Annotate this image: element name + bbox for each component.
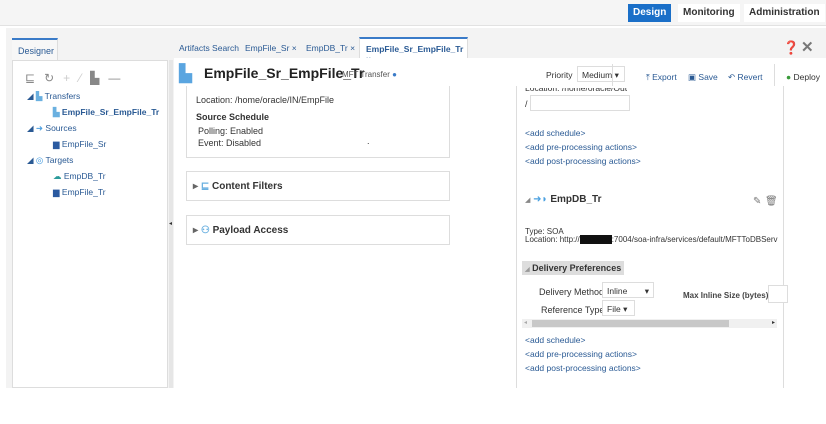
divider [774, 64, 775, 86]
delivery-method-select[interactable]: Inline ▾ [602, 282, 654, 298]
content-filters-section[interactable]: ▸ ⊑ Content Filters [186, 171, 450, 201]
close-icon[interactable]: × [292, 43, 297, 53]
target-location: Location: /home/oracle/Out [525, 88, 628, 93]
save-button[interactable]: ▣ Save [688, 72, 718, 83]
delivery-method-label: Delivery Method [539, 287, 605, 297]
max-inline-label: Max Inline Size (bytes) [683, 291, 769, 300]
designer-toolbar: ⊑↻+⁄▙— [25, 71, 129, 85]
priority-select[interactable]: Medium ▾ [577, 66, 625, 82]
target-icon: ➜◗ [533, 194, 548, 205]
event-status: Event: Disabled [198, 138, 262, 148]
export-button[interactable]: ⤒ Export [646, 72, 677, 83]
reference-type-select[interactable]: File ▾ [602, 300, 635, 316]
copy-icon[interactable]: ▙ [90, 71, 108, 85]
subtitle: MFT Transfer ● [342, 70, 397, 79]
add-pre-processing-link[interactable]: <add pre-processing actions> [525, 142, 637, 152]
add-schedule-link[interactable]: <add schedule> [525, 335, 586, 345]
add-pre-processing-link[interactable]: <add pre-processing actions> [525, 349, 637, 359]
close-editor-icon[interactable]: ✕ [801, 38, 814, 56]
tree-transfers[interactable]: ◢ ▙ Transfers [27, 91, 80, 102]
page-title: EmpFile_Sr_EmpFile_Tr [204, 65, 365, 81]
tree-item-target-db[interactable]: ☁ EmpDB_Tr [53, 171, 106, 182]
target-header[interactable]: ◢ ➜◗ EmpDB_Tr [525, 194, 602, 205]
max-inline-input[interactable] [768, 285, 788, 303]
divider [612, 64, 613, 86]
schedule-title: Source Schedule [196, 112, 270, 122]
edit-icon[interactable]: ⁄ [79, 71, 90, 85]
priority-label: Priority [546, 70, 573, 80]
scrollbar-thumb[interactable] [532, 320, 729, 327]
delivery-preferences-header[interactable]: ◢ Delivery Preferences [522, 261, 625, 275]
target-panel: Location: /home/oracle/Out / <add schedu… [516, 86, 788, 388]
cloud-icon: ☁ [53, 171, 62, 181]
add-post-processing-link[interactable]: <add post-processing actions> [525, 363, 641, 373]
dot: . [367, 136, 370, 146]
deploy-button[interactable]: ● Deploy [786, 72, 820, 82]
payload-access-section[interactable]: ▸ ⚇ Payload Access [186, 215, 450, 245]
tab-administration[interactable]: Administration [744, 4, 825, 22]
reference-type-label: Reference Type [541, 305, 605, 315]
designer-panel: ⊑↻+⁄▙— ◢ ▙ Transfers ▙ EmpFile_Sr_EmpFil… [12, 60, 168, 388]
tab-empdb-tr[interactable]: EmpDB_Tr × [306, 43, 355, 53]
editor: ▙ EmpFile_Sr_EmpFile_Tr MFT Transfer ● P… [174, 58, 826, 388]
path-prefix: / [525, 99, 528, 109]
tab-design[interactable]: Design [628, 4, 672, 22]
filter-icon[interactable]: ⊑ [25, 71, 44, 85]
tree-item-transfer[interactable]: ▙ EmpFile_Sr_EmpFile_Tr [53, 107, 159, 118]
close-icon[interactable]: × [350, 43, 355, 53]
tab-empfile-sr[interactable]: EmpFile_Sr × [245, 43, 297, 53]
add-icon[interactable]: + [63, 71, 79, 85]
target-location-url: Location: http://xxxxxxxx:7004/soa-infra… [525, 235, 778, 244]
tab-transfer[interactable]: EmpFile_Sr_EmpFile_Tr × [359, 37, 468, 64]
tab-monitoring[interactable]: Monitoring [678, 4, 740, 22]
source-location: Location: /home/oracle/IN/EmpFile [196, 95, 335, 105]
horizontal-scrollbar[interactable]: ▸ ◂ [522, 319, 777, 328]
edit-icon[interactable]: ✎ [753, 196, 761, 207]
path-input[interactable] [530, 95, 630, 111]
tree-item-target-file[interactable]: ▆ EmpFile_Tr [53, 187, 106, 198]
top-nav-bar: Design Monitoring Administration [0, 0, 826, 26]
tab-artifacts-search[interactable]: Artifacts Search [179, 43, 239, 53]
designer-tab[interactable]: Designer [12, 38, 58, 60]
remove-icon[interactable]: — [108, 71, 129, 85]
transfer-icon: ▙ [179, 64, 193, 83]
tree-sources[interactable]: ◢ ➜ Sources [27, 123, 77, 134]
polling-status: Polling: Enabled [198, 126, 264, 136]
add-post-processing-link[interactable]: <add post-processing actions> [525, 156, 641, 166]
help-icon[interactable]: ❓ [783, 40, 799, 56]
revert-button[interactable]: ↶ Revert [728, 72, 763, 83]
panel-splitter[interactable]: ◂ [169, 60, 173, 388]
source-details: Location: /home/oracle/IN/EmpFile Source… [186, 86, 450, 158]
refresh-icon[interactable]: ↻ [44, 71, 63, 85]
delete-icon[interactable]: 🗑 [765, 196, 778, 207]
add-schedule-link[interactable]: <add schedule> [525, 128, 586, 138]
tree-item-source[interactable]: ▆ EmpFile_Sr [53, 139, 106, 150]
tree-targets[interactable]: ◢ ◎ Targets [27, 155, 73, 166]
